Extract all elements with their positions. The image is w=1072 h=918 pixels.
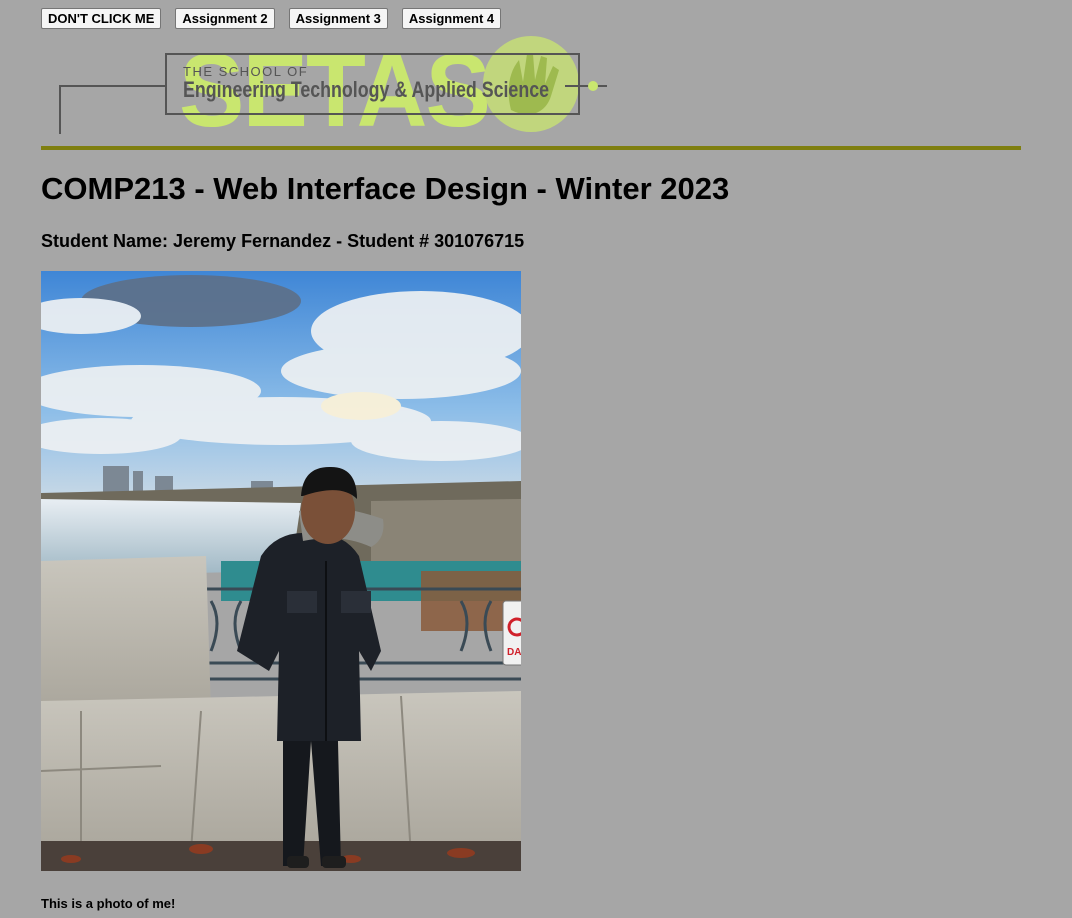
assignment-2-button[interactable]: Assignment 2	[175, 8, 275, 29]
logo-line2: Engineering Technology & Applied Science	[183, 77, 549, 102]
sign-text: DA	[507, 647, 521, 658]
header-rule	[41, 146, 1021, 150]
stone-pillar	[41, 556, 211, 716]
assignment-4-button[interactable]: Assignment 4	[401, 8, 502, 29]
top-nav: DON'T CLICK ME Assignment 2 Assignment 3…	[41, 8, 502, 29]
dont-click-me-button[interactable]: DON'T CLICK ME	[41, 8, 162, 29]
setas-logo: SETAS THE SCHOOL OF Engineering Technolo…	[59, 33, 607, 140]
cliff-face	[371, 499, 521, 571]
ground	[41, 841, 521, 871]
assignment-3-button[interactable]: Assignment 3	[288, 8, 388, 29]
logo-dot	[588, 81, 598, 91]
student-info: Student Name: Jeremy Fernandez - Student…	[41, 231, 525, 251]
logo-connector-line	[59, 85, 166, 134]
page: DON'T CLICK ME Assignment 2 Assignment 3…	[0, 0, 1072, 918]
photo-caption: This is a photo of me!	[41, 896, 176, 911]
student-photo: DA	[41, 271, 521, 871]
page-title: COMP213 - Web Interface Design - Winter …	[41, 171, 730, 206]
